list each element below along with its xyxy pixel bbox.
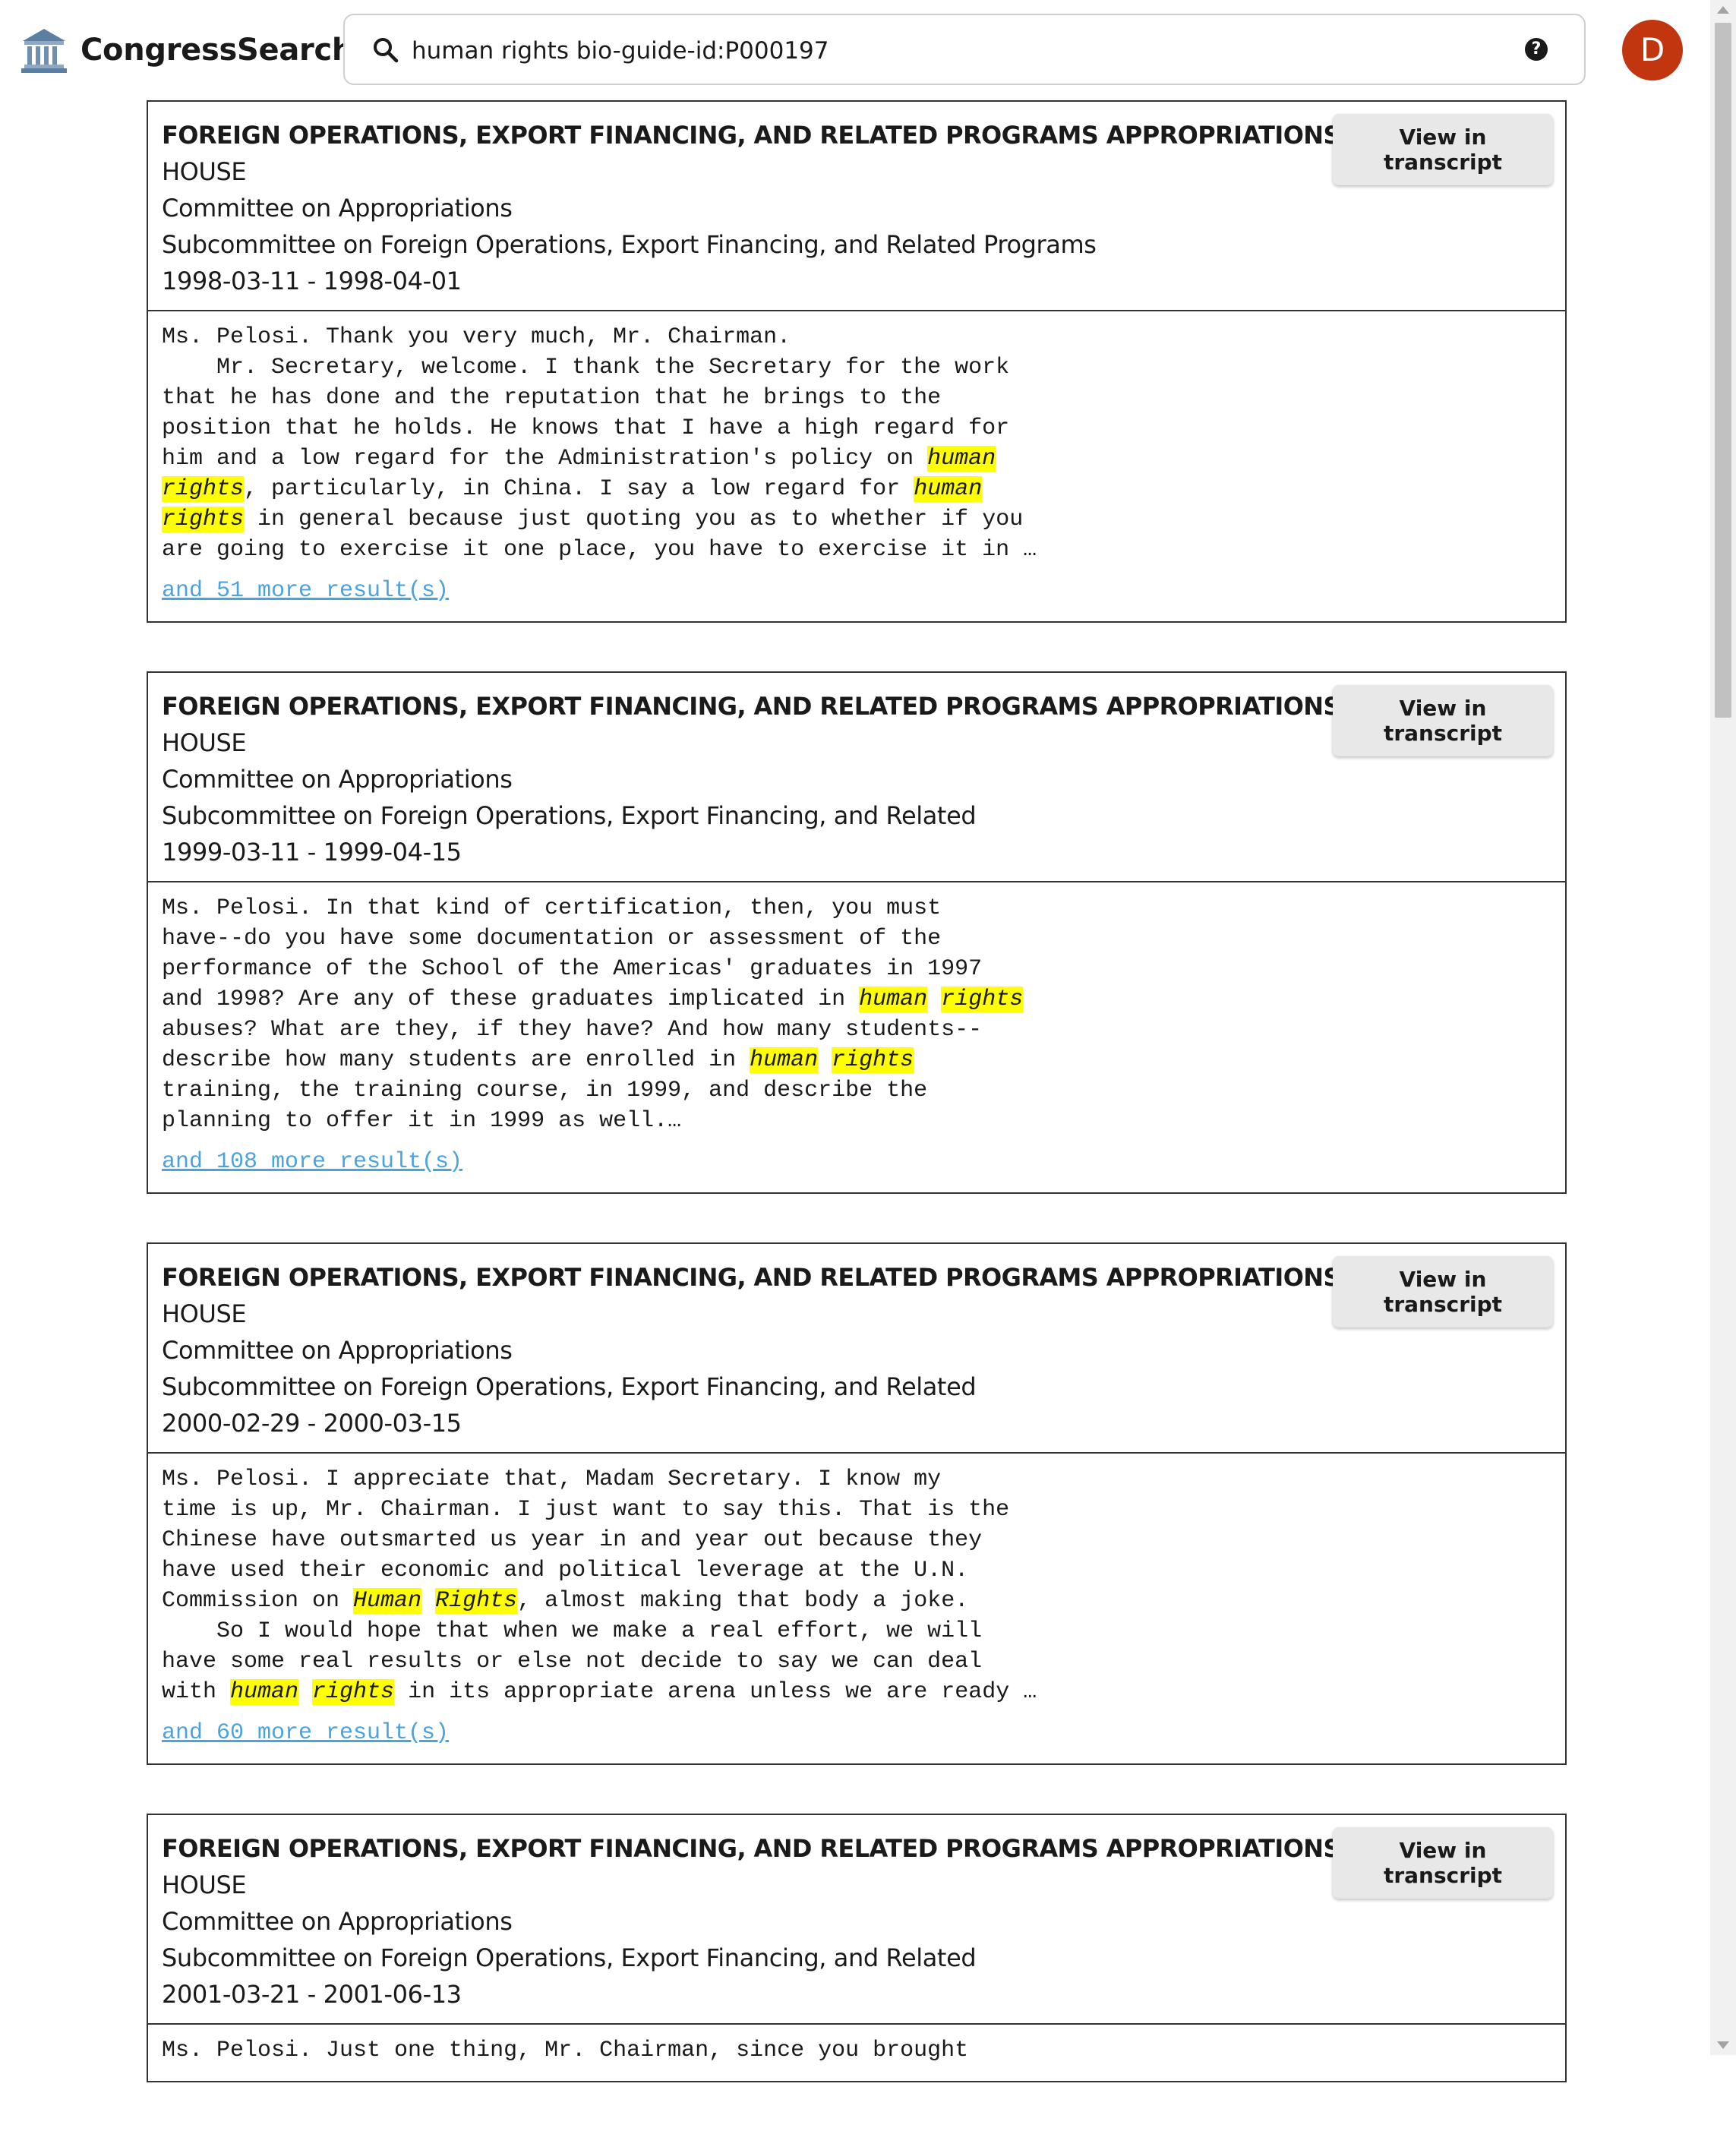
highlighted-term: human (914, 476, 983, 502)
search-input[interactable] (410, 27, 1461, 74)
excerpt-text: , particularly, in China. I say a low re… (244, 476, 914, 502)
highlighted-term: human (859, 987, 928, 1012)
excerpt-text: have some real results or else not decid… (162, 1649, 983, 1675)
excerpt-text: are going to exercise it one place, you … (162, 537, 1037, 563)
excerpt-text: that he has done and the reputation that… (162, 385, 942, 411)
highlighted-term: rights (941, 987, 1024, 1012)
excerpt-text: with (162, 1679, 231, 1705)
result-body: Ms. Pelosi. I appreciate that, Madam Sec… (148, 1454, 1565, 1763)
excerpt-text: Chinese have outsmarted us year in and y… (162, 1527, 983, 1553)
search-icon (374, 38, 399, 63)
result-card: FOREIGN OPERATIONS, EXPORT FINANCING, AN… (147, 671, 1567, 1194)
more-results-link[interactable]: and 51 more result(s) (162, 576, 449, 606)
excerpt-text: in its appropriate arena unless we are r… (394, 1679, 1037, 1705)
result-dates: 2001-03-21 - 2001-06-13 (162, 1980, 462, 2009)
search-box[interactable]: ? (343, 14, 1586, 85)
excerpt-text: describe how many students are enrolled … (162, 1047, 750, 1073)
result-committee: Committee on Appropriations (162, 194, 513, 223)
result-header: FOREIGN OPERATIONS, EXPORT FINANCING, AN… (148, 673, 1565, 882)
excerpt-text: have--do you have some documentation or … (162, 926, 942, 952)
excerpt-text (298, 1679, 312, 1705)
results-list: FOREIGN OPERATIONS, EXPORT FINANCING, AN… (147, 100, 1567, 2131)
result-excerpt: Ms. Pelosi. Just one thing, Mr. Chairman… (162, 2035, 1551, 2066)
result-committee: Committee on Appropriations (162, 765, 513, 794)
result-excerpt: Ms. Pelosi. In that kind of certificatio… (162, 893, 1551, 1136)
scroll-down-icon[interactable] (1717, 2041, 1729, 2049)
excerpt-text: Ms. Pelosi. Just one thing, Mr. Chairman… (162, 2038, 969, 2063)
capitol-building-icon[interactable] (20, 26, 68, 74)
result-header: FOREIGN OPERATIONS, EXPORT FINANCING, AN… (148, 1244, 1565, 1454)
excerpt-text: Ms. Pelosi. Thank you very much, Mr. Cha… (162, 324, 791, 350)
highlighted-term: Rights (435, 1588, 518, 1614)
result-dates: 1999-03-11 - 1999-04-15 (162, 838, 462, 867)
excerpt-text: in general because just quoting you as t… (244, 507, 1024, 532)
highlighted-term: human (230, 1679, 299, 1705)
excerpt-text (927, 987, 941, 1012)
highlighted-term: rights (162, 507, 245, 532)
result-excerpt: Ms. Pelosi. I appreciate that, Madam Sec… (162, 1464, 1551, 1707)
result-card: FOREIGN OPERATIONS, EXPORT FINANCING, AN… (147, 100, 1567, 623)
excerpt-text: training, the training course, in 1999, … (162, 1078, 928, 1103)
result-committee: Committee on Appropriations (162, 1336, 513, 1365)
excerpt-text: Ms. Pelosi. In that kind of certificatio… (162, 895, 942, 921)
excerpt-text: So I would hope that when we make a real… (162, 1618, 983, 1644)
scroll-thumb[interactable] (1715, 23, 1731, 718)
vertical-scrollbar[interactable] (1710, 0, 1736, 2055)
result-excerpt: Ms. Pelosi. Thank you very much, Mr. Cha… (162, 322, 1551, 565)
result-body: Ms. Pelosi. Just one thing, Mr. Chairman… (148, 2025, 1565, 2081)
avatar[interactable]: D (1622, 20, 1683, 81)
brand-name[interactable]: CongressSearch (80, 27, 353, 73)
highlighted-term: human (750, 1047, 819, 1073)
excerpt-text: performance of the School of the America… (162, 956, 983, 982)
excerpt-text: planning to offer it in 1999 as well.… (162, 1108, 682, 1134)
result-dates: 2000-02-29 - 2000-03-15 (162, 1409, 462, 1438)
excerpt-text: Mr. Secretary, welcome. I thank the Secr… (162, 355, 1010, 380)
more-results-link[interactable]: and 60 more result(s) (162, 1718, 449, 1748)
view-in-transcript-button[interactable]: View in transcript (1333, 685, 1553, 756)
result-card: FOREIGN OPERATIONS, EXPORT FINANCING, AN… (147, 1814, 1567, 2082)
result-body: Ms. Pelosi. In that kind of certificatio… (148, 882, 1565, 1192)
excerpt-text: Ms. Pelosi. I appreciate that, Madam Sec… (162, 1466, 942, 1492)
excerpt-text: position that he holds. He knows that I … (162, 415, 1010, 441)
excerpt-text (818, 1047, 832, 1073)
result-subcommittee: Subcommittee on Foreign Operations, Expo… (162, 801, 977, 830)
highlighted-term: rights (162, 476, 245, 502)
excerpt-text: Commission on (162, 1588, 354, 1614)
view-in-transcript-button[interactable]: View in transcript (1333, 1256, 1553, 1328)
highlighted-term: human (927, 446, 996, 472)
excerpt-text: him and a low regard for the Administrat… (162, 446, 928, 472)
top-bar: CongressSearch ? D (0, 0, 1709, 99)
highlighted-term: Human (353, 1588, 422, 1614)
excerpt-text: time is up, Mr. Chairman. I just want to… (162, 1497, 1010, 1523)
excerpt-text: and 1998? Are any of these graduates imp… (162, 987, 860, 1012)
result-subcommittee: Subcommittee on Foreign Operations, Expo… (162, 230, 1097, 259)
excerpt-text: have used their economic and political l… (162, 1558, 969, 1583)
result-header: FOREIGN OPERATIONS, EXPORT FINANCING, AN… (148, 102, 1565, 311)
result-header: FOREIGN OPERATIONS, EXPORT FINANCING, AN… (148, 1815, 1565, 2025)
excerpt-text: , almost making that body a joke. (517, 1588, 969, 1614)
help-icon[interactable]: ? (1525, 38, 1548, 61)
excerpt-text (421, 1588, 435, 1614)
highlighted-term: rights (312, 1679, 395, 1705)
result-subcommittee: Subcommittee on Foreign Operations, Expo… (162, 1372, 977, 1401)
result-committee: Committee on Appropriations (162, 1907, 513, 1936)
highlighted-term: rights (832, 1047, 914, 1073)
view-in-transcript-button[interactable]: View in transcript (1333, 114, 1553, 185)
excerpt-text: abuses? What are they, if they have? And… (162, 1017, 983, 1043)
result-subcommittee: Subcommittee on Foreign Operations, Expo… (162, 1943, 977, 1972)
result-dates: 1998-03-11 - 1998-04-01 (162, 267, 462, 295)
more-results-link[interactable]: and 108 more result(s) (162, 1147, 462, 1177)
result-body: Ms. Pelosi. Thank you very much, Mr. Cha… (148, 311, 1565, 621)
scroll-up-icon[interactable] (1717, 6, 1729, 14)
result-card: FOREIGN OPERATIONS, EXPORT FINANCING, AN… (147, 1242, 1567, 1765)
view-in-transcript-button[interactable]: View in transcript (1333, 1827, 1553, 1899)
